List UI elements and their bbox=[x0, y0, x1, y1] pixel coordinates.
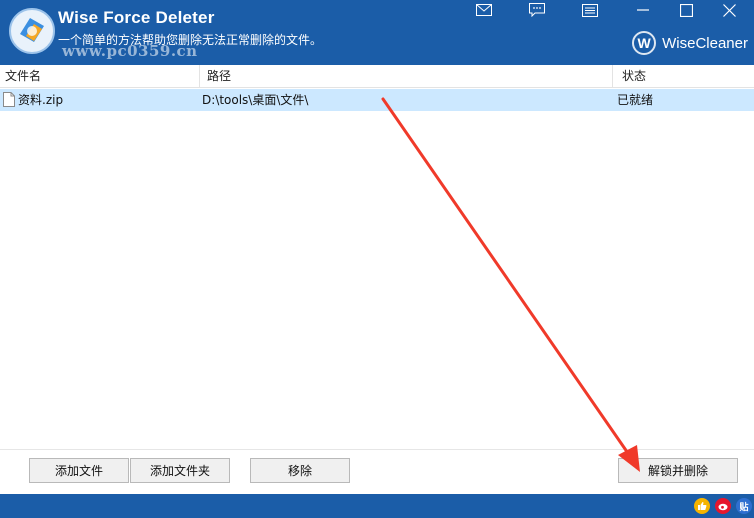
table-row[interactable]: 资料.zip D:\tools\桌面\文件\ 已就绪 bbox=[0, 89, 754, 111]
row-filename: 资料.zip bbox=[18, 93, 64, 107]
add-folder-button[interactable]: 添加文件夹 bbox=[130, 458, 230, 483]
minimize-button[interactable] bbox=[627, 0, 659, 20]
feedback-icon bbox=[529, 3, 545, 17]
column-header-status[interactable]: 状态 bbox=[617, 65, 754, 87]
minimize-icon bbox=[637, 9, 649, 11]
file-icon bbox=[3, 92, 15, 107]
unlock-delete-button[interactable]: 解锁并删除 bbox=[618, 458, 738, 483]
wisecleaner-logo-icon: W bbox=[632, 31, 657, 55]
wisecleaner-brand[interactable]: W WiseCleaner bbox=[632, 31, 748, 55]
divider bbox=[0, 449, 754, 450]
menu-button[interactable] bbox=[574, 0, 606, 20]
title-bar: Wise Force Deleter 一个简单的方法帮助您删除无法正常删除的文件… bbox=[0, 0, 754, 65]
mail-button[interactable] bbox=[468, 0, 500, 20]
weibo-glyph-icon bbox=[718, 503, 727, 511]
file-list[interactable]: 资料.zip D:\tools\桌面\文件\ 已就绪 bbox=[0, 88, 754, 448]
app-logo-icon bbox=[9, 8, 55, 54]
maximize-icon bbox=[679, 3, 693, 17]
mail-icon bbox=[476, 4, 492, 16]
remove-button[interactable]: 移除 bbox=[250, 458, 350, 483]
close-icon bbox=[722, 3, 736, 17]
tieba-icon[interactable]: 贴 bbox=[736, 498, 752, 514]
column-header-filename[interactable]: 文件名 bbox=[0, 65, 199, 87]
weibo-icon[interactable] bbox=[715, 498, 731, 514]
thumbs-up-icon[interactable] bbox=[694, 498, 710, 514]
row-status: 已就绪 bbox=[617, 93, 654, 107]
maximize-button[interactable] bbox=[670, 0, 702, 20]
status-bar: 贴 bbox=[0, 494, 754, 518]
feedback-button[interactable] bbox=[521, 0, 553, 20]
column-divider[interactable] bbox=[199, 65, 200, 87]
thumbs-up-glyph-icon bbox=[698, 502, 707, 510]
column-divider[interactable] bbox=[612, 65, 613, 87]
menu-icon bbox=[582, 3, 598, 17]
row-path: D:\tools\桌面\文件\ bbox=[202, 93, 309, 107]
wisecleaner-label: WiseCleaner bbox=[662, 34, 748, 52]
close-button[interactable] bbox=[713, 0, 745, 20]
add-file-button[interactable]: 添加文件 bbox=[29, 458, 129, 483]
watermark-text: www.pc0359.cn bbox=[62, 42, 198, 60]
column-header-path[interactable]: 路径 bbox=[202, 65, 612, 87]
app-title: Wise Force Deleter bbox=[58, 8, 215, 27]
file-list-header: 文件名 路径 状态 bbox=[0, 65, 754, 88]
